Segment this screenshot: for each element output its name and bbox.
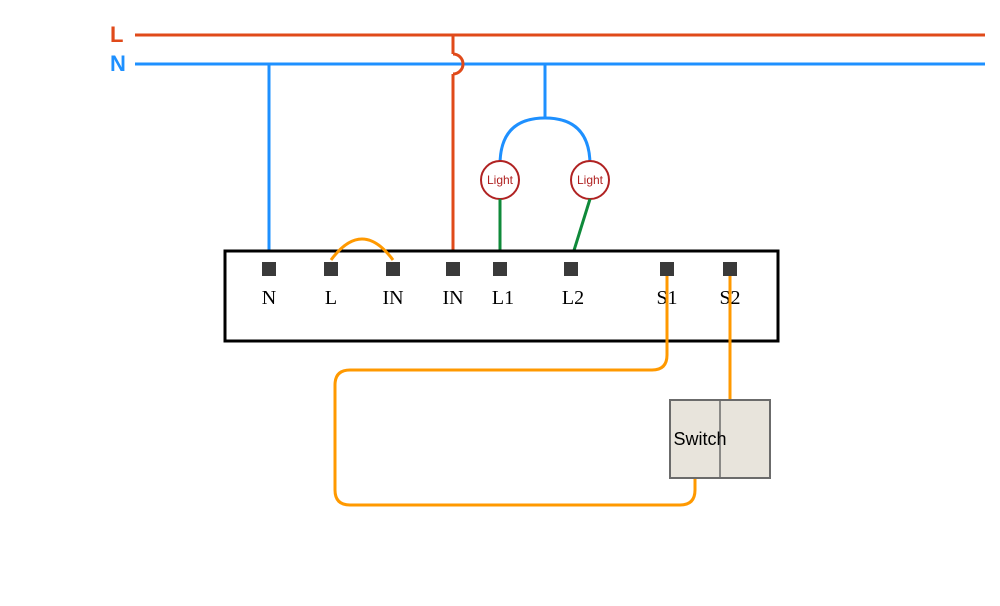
terminal-label-in1: IN: [382, 287, 403, 309]
terminal-l1: [493, 262, 507, 276]
light-right: Light: [571, 161, 609, 199]
live-drop-wire: [453, 35, 463, 260]
neutral-bus-label: N: [110, 51, 126, 76]
terminal-s1: [660, 262, 674, 276]
terminal-label-n: N: [262, 287, 276, 309]
terminal-in2: [446, 262, 460, 276]
terminal-label-l2: L2: [562, 287, 584, 309]
terminal-s2: [723, 262, 737, 276]
light-left: Light: [481, 161, 519, 199]
light-right-label: Light: [577, 173, 604, 187]
light-left-label: Light: [487, 173, 514, 187]
neutral-to-lights-wire: [500, 64, 590, 165]
terminal-n: [262, 262, 276, 276]
terminal-row: [262, 262, 737, 276]
terminal-l: [324, 262, 338, 276]
switch-label: Switch: [673, 429, 726, 449]
wiring-diagram: L N Light Light: [0, 0, 1000, 606]
terminal-in1: [386, 262, 400, 276]
terminal-labels: N L IN IN L1 L2 S1 S2: [262, 287, 741, 309]
terminal-label-l1: L1: [492, 287, 514, 309]
terminal-label-l: L: [325, 287, 337, 309]
neutral-bus: N: [110, 51, 985, 76]
terminal-l2: [564, 262, 578, 276]
terminal-label-in2: IN: [442, 287, 463, 309]
live-bus-label: L: [110, 22, 123, 47]
live-bus: L: [110, 22, 985, 47]
wall-switch[interactable]: Switch: [670, 400, 770, 478]
